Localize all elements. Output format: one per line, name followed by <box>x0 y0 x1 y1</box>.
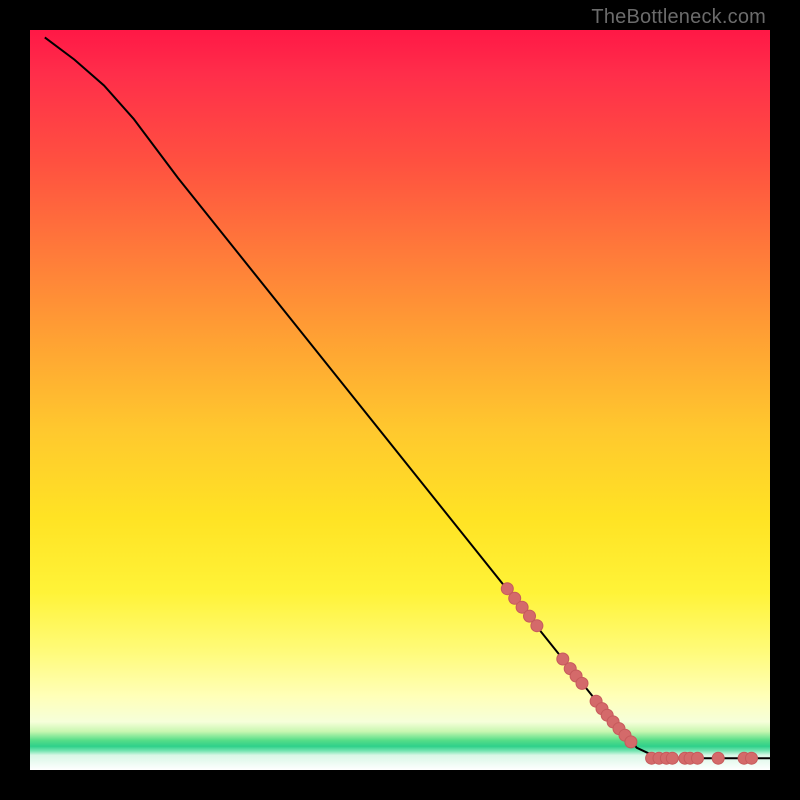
data-dot <box>531 620 543 632</box>
chart-svg <box>30 30 770 770</box>
data-dot <box>692 752 704 764</box>
data-dot <box>712 752 724 764</box>
plot-area <box>30 30 770 770</box>
data-dot <box>576 677 588 689</box>
highlight-dots <box>501 583 757 765</box>
curve-line <box>45 37 770 758</box>
data-dot <box>666 752 678 764</box>
watermark-text: TheBottleneck.com <box>591 6 766 29</box>
chart-frame: TheBottleneck.com <box>0 0 800 800</box>
data-dot <box>625 736 637 748</box>
data-dot <box>746 752 758 764</box>
